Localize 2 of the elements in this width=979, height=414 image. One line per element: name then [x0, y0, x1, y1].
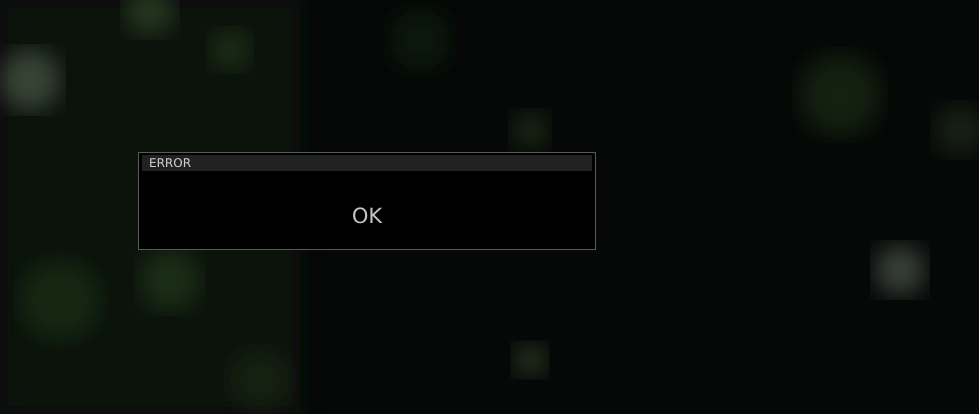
ok-button[interactable]: OK [348, 203, 386, 229]
dialog-title: ERROR [142, 155, 592, 171]
